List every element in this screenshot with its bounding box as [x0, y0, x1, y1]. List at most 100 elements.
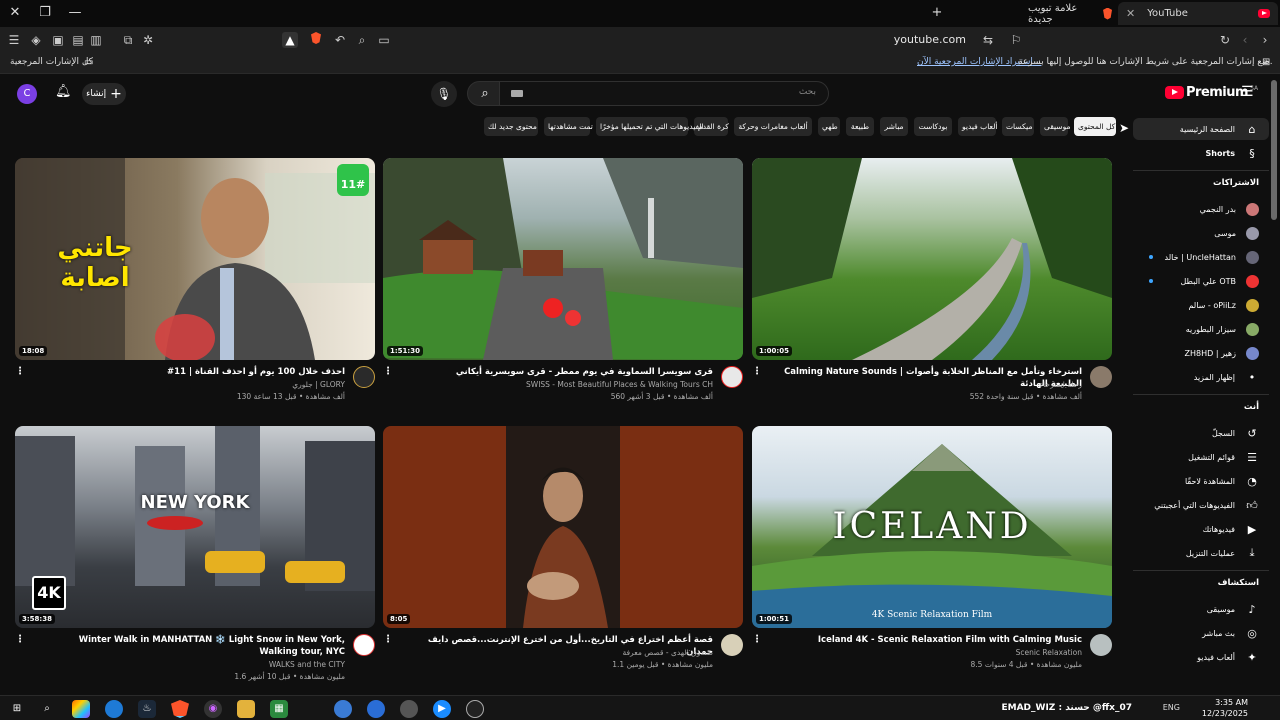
obs-icon[interactable] [466, 700, 484, 718]
tab-youtube[interactable]: ✕ YouTube [1118, 2, 1278, 25]
channel-avatar[interactable] [721, 634, 743, 656]
chip-10[interactable]: الفيديوهات التي تم تحميلها مؤخرًا [596, 117, 704, 136]
sidebar-item[interactable]: علي البطل OTB [1133, 270, 1269, 292]
sidebar-item[interactable]: سالم - oPiiLz [1133, 294, 1269, 316]
sidebar-item[interactable]: ألعاب فيديو ✦ [1133, 646, 1269, 668]
video-title[interactable]: Calming Nature Sounds | استرخاء وتأمل مع… [782, 366, 1082, 390]
more-options-icon[interactable]: ⋮ [383, 634, 393, 645]
colorful-app-icon[interactable] [72, 700, 90, 718]
sidebar-item[interactable]: Shorts § [1133, 142, 1269, 164]
edge-icon[interactable] [105, 700, 123, 718]
sidebar-item[interactable]: السجلّ ↺ [1133, 422, 1269, 444]
sidebar-item[interactable]: المشاهدة لاحقًا ◔ [1133, 470, 1269, 492]
app-icon[interactable] [367, 700, 385, 718]
apps-grid-icon[interactable]: ⊞ [1262, 57, 1270, 68]
create-button[interactable]: إنشاء + [82, 83, 126, 105]
voice-search-button[interactable]: 🎙︎ [431, 81, 457, 107]
explore-header[interactable]: استكشاف [1218, 578, 1259, 588]
sidebar-item[interactable]: عمليات التنزيل ⤓ [1133, 542, 1269, 564]
store-icon[interactable]: ▦ [270, 700, 288, 718]
channel-name[interactable]: Scenic Relaxation [1016, 648, 1082, 657]
bookmark-icon[interactable]: ⚐ [1008, 32, 1024, 48]
sidebar-item[interactable]: الفيديوهات التي أعجبتني 👍︎ [1133, 494, 1269, 516]
address-bar[interactable]: ▲ ↶ ⌕ ▭ youtube.com ⇆ ⚐ [280, 30, 1030, 51]
chip-0[interactable]: كل المحتوى [1074, 117, 1116, 136]
url-text[interactable]: youtube.com [894, 33, 966, 46]
channel-name[interactable]: SWISS - Most Beautiful Places & Walking … [526, 380, 713, 389]
search-icon[interactable]: ⌕ [38, 700, 56, 718]
sidebar-item[interactable]: موسيقى ♪ [1133, 598, 1269, 620]
channel-avatar[interactable] [353, 366, 375, 388]
video-thumbnail[interactable]: 8:05 [383, 426, 743, 628]
search-icon[interactable]: ⌕ [354, 32, 370, 48]
alert-icon[interactable]: ▲ [282, 32, 298, 48]
sidebar-item[interactable]: فيديوهاتك ▶ [1133, 518, 1269, 540]
search-input[interactable]: بحث [499, 81, 829, 106]
channel-avatar[interactable] [1090, 634, 1112, 656]
more-options-icon[interactable]: ⋮ [752, 634, 762, 645]
chip-3[interactable]: ألعاب فيديو [958, 117, 997, 136]
window-restore-icon[interactable]: ❐ [36, 4, 54, 22]
video-title[interactable]: Winter Walk in MANHATTAN ❄️ Light Snow i… [45, 634, 345, 658]
all-bookmarks-link[interactable]: كل الإشارات المرجعية [10, 57, 93, 67]
sidebar-item[interactable]: موسى [1133, 222, 1269, 244]
brave-icon[interactable] [171, 700, 189, 718]
sidebar-item[interactable]: بدر النجمي [1133, 198, 1269, 220]
cast-icon[interactable]: ▭ [376, 32, 392, 48]
chip-8[interactable]: ألعاب مغامرات وحركة [734, 117, 812, 136]
chip-11[interactable]: تمت مشاهدتها [544, 117, 593, 136]
language-indicator[interactable]: ENG [1163, 703, 1180, 712]
settings-icon[interactable] [400, 700, 418, 718]
screenshot-icon[interactable]: ⧉ [120, 32, 136, 48]
notifications-bell-icon[interactable]: 🔔︎ [55, 84, 72, 99]
tab-new-tab[interactable]: علامة تبويب جديدة [1020, 2, 1120, 25]
more-options-icon[interactable]: ⋮ [383, 366, 393, 377]
video-title[interactable]: قرى سويسرا السماوية في يوم ممطر - قرى سو… [413, 366, 713, 378]
video-thumbnail[interactable]: 1:51:30 [383, 158, 743, 360]
chip-1[interactable]: موسيقى [1040, 117, 1070, 136]
channel-name[interactable]: WALKS and the CITY [269, 660, 345, 669]
tabs-icon[interactable]: ▤ [70, 32, 86, 48]
brave-shields-icon[interactable] [308, 32, 324, 48]
system-clock[interactable]: 3:35 AM 12/23/2025 [1202, 697, 1248, 719]
new-tab-icon[interactable]: + [928, 4, 946, 22]
menu-icon[interactable]: ☰ [6, 32, 22, 48]
tab-close-icon[interactable]: ✕ [1126, 7, 1135, 20]
file-explorer-icon[interactable] [237, 700, 255, 718]
back-arrow-icon[interactable]: ↶ [332, 32, 348, 48]
chip-2[interactable]: ميكسات [1002, 117, 1034, 136]
back-icon[interactable]: ‹ [1237, 32, 1253, 48]
sidebar-item[interactable]: سيزار البطوريه [1133, 318, 1269, 340]
search-button[interactable]: ⌕ [467, 81, 503, 106]
you-header[interactable]: أنت [1244, 402, 1259, 412]
extensions-icon[interactable]: ✲ [140, 32, 156, 48]
forward-icon[interactable]: › [1257, 32, 1273, 48]
shield-icon[interactable]: ◈ [28, 32, 44, 48]
channel-avatar[interactable] [353, 634, 375, 656]
discord-like-icon[interactable]: ◉ [204, 700, 222, 718]
channel-avatar[interactable] [721, 366, 743, 388]
site-settings-icon[interactable]: ⇆ [980, 32, 996, 48]
sidebar-item[interactable]: ZH8HD | زهير [1133, 342, 1269, 364]
video-thumbnail[interactable]: ICELAND 4K Scenic Relaxation Film 1:00:5… [752, 426, 1112, 628]
window-minimize-icon[interactable]: — [66, 4, 84, 22]
wallet-icon[interactable]: ▣ [50, 32, 66, 48]
video-thumbnail[interactable]: جاتني اصابة 11# 18:08 [15, 158, 375, 360]
chip-5[interactable]: مباشر [880, 117, 908, 136]
window-close-icon[interactable]: ✕ [6, 4, 24, 22]
sidebar-item[interactable]: الصفحة الرئيسية ⌂ [1133, 118, 1269, 140]
subscriptions-header[interactable]: الاشتراكات [1213, 178, 1259, 188]
video-title[interactable]: احذف خلال 100 يوم أو احذف القناة | 11# [45, 366, 345, 378]
chip-12[interactable]: محتوى جديد لك [484, 117, 538, 136]
steam-icon[interactable]: ♨ [138, 700, 156, 718]
chip-6[interactable]: طبيعة [846, 117, 874, 136]
more-options-icon[interactable]: ⋮ [752, 366, 762, 377]
sidebar-item[interactable]: بث مباشر ◎ [1133, 622, 1269, 644]
sidebar-icon[interactable]: ▥ [88, 32, 104, 48]
chip-4[interactable]: بودكاست [914, 117, 952, 136]
video-title[interactable]: Iceland 4K - Scenic Relaxation Film with… [782, 634, 1082, 646]
windows-start-icon[interactable]: ⊞ [8, 700, 26, 718]
more-options-icon[interactable]: ⋮ [15, 634, 25, 645]
channel-name[interactable]: جلوري | GLORY [292, 380, 345, 389]
app-icon[interactable] [334, 700, 352, 718]
